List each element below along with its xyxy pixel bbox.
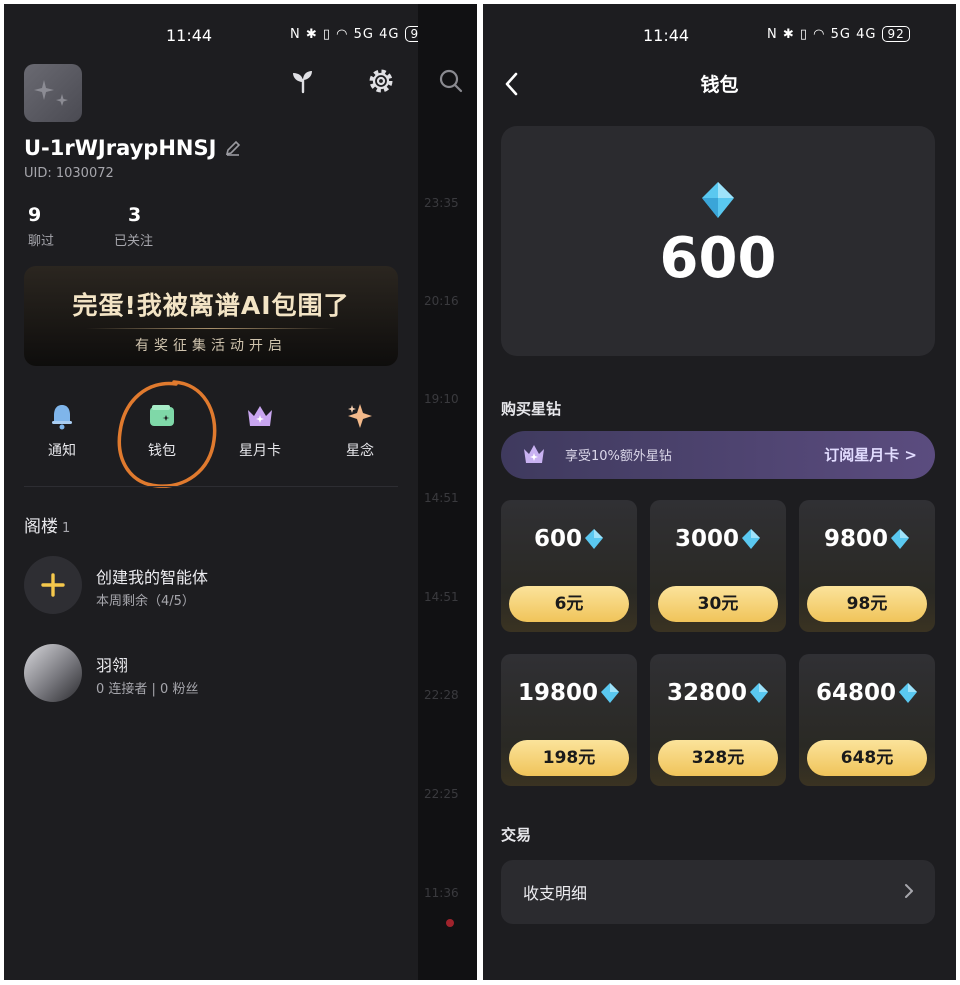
divider (24, 486, 398, 487)
status-bar: 11:44 N ✱ ▯ ◠ 5G 4G 92 (4, 22, 477, 50)
stat-chatted[interactable]: 9 聊过 (28, 204, 54, 249)
package-price-button[interactable]: 6元 (509, 586, 629, 622)
chat-time: 14:51 (424, 590, 459, 604)
banner-divider (86, 328, 336, 329)
quick-action-starmoon-card[interactable]: 星月卡 (220, 400, 300, 460)
package-card[interactable]: 32800 328元 (650, 654, 786, 786)
section-title: 阁楼 (24, 517, 58, 537)
diamond-icon (750, 683, 769, 703)
crown-icon (524, 445, 544, 463)
username-text: U-1rWJraypHNSJ (24, 136, 217, 160)
signal-icons: N ✱ ▯ ◠ 5G 4G (290, 26, 400, 42)
chevron-right-icon (905, 884, 913, 898)
balance-amount: 600 (659, 226, 777, 291)
chat-time: 20:16 (424, 294, 459, 308)
avatar[interactable] (24, 64, 82, 122)
sparkle-icon (348, 404, 372, 428)
banner-title: 完蛋!我被离谱AI包围了 (72, 291, 350, 320)
diamond-icon (702, 182, 734, 218)
user-id: UID: 1030072 (24, 166, 114, 181)
quick-action-label: 星月卡 (239, 443, 281, 459)
status-time: 11:44 (643, 26, 690, 45)
edit-icon[interactable] (224, 139, 242, 157)
status-icons: N ✱ ▯ ◠ 5G 4G 92 (290, 26, 433, 42)
transaction-history-label: 收支明细 (523, 884, 588, 903)
package-price-button[interactable]: 98元 (807, 586, 927, 622)
plus-icon (41, 573, 65, 597)
package-price-button[interactable]: 328元 (658, 740, 778, 776)
chat-time: 23:35 (424, 196, 459, 210)
chat-time: 22:25 (424, 787, 459, 801)
quick-action-label: 通知 (48, 443, 76, 459)
create-agent-button[interactable] (24, 556, 82, 614)
chat-time: 22:28 (424, 688, 459, 702)
subscribe-link[interactable]: 订阅星月卡 > (824, 444, 917, 465)
package-amount: 64800 (815, 680, 897, 706)
unread-dot (446, 919, 454, 927)
stat-following[interactable]: 3 已关注 (114, 204, 153, 249)
diamond-icon (585, 529, 603, 549)
chat-list-behind: 23:35 20:16 19:10 14:51 14:51 22:28 22:2… (418, 4, 477, 980)
package-price-button[interactable]: 30元 (658, 586, 778, 622)
status-bar: 11:44 N ✱ ▯ ◠ 5G 4G 92 (483, 22, 956, 50)
agent-stats: 0 连接者 | 0 粉丝 (96, 682, 199, 697)
event-banner[interactable]: 完蛋!我被离谱AI包围了 有奖征集活动开启 (24, 266, 398, 366)
attic-section-title: 阁楼 1 (24, 512, 70, 537)
quick-action-starwish[interactable]: 星念 (320, 400, 400, 460)
package-amount: 600 (533, 526, 582, 552)
banner-subtitle: 有奖征集活动开启 (135, 338, 287, 354)
search-icon[interactable] (438, 68, 464, 94)
plant-icon[interactable] (288, 66, 318, 96)
package-card[interactable]: 600 6元 (501, 500, 637, 632)
battery-icon: 92 (882, 26, 910, 42)
package-amount: 32800 (666, 680, 748, 706)
subscribe-text: 享受10%额外星钻 (565, 449, 672, 464)
stat-value: 3 (128, 204, 142, 226)
transactions-section-title: 交易 (501, 826, 532, 844)
package-amount: 3000 (674, 526, 739, 552)
diamond-icon (899, 683, 918, 703)
diamond-icon (891, 529, 909, 549)
package-card[interactable]: 9800 98元 (799, 500, 935, 632)
status-time: 11:44 (166, 26, 213, 45)
buy-section-title: 购买星钻 (501, 400, 562, 418)
agent-avatar[interactable] (24, 644, 82, 702)
bell-icon (52, 405, 72, 430)
create-agent-title[interactable]: 创建我的智能体 (96, 564, 208, 588)
username: U-1rWJraypHNSJ (24, 136, 242, 160)
quick-action-label: 星念 (346, 443, 374, 459)
stat-value: 9 (28, 204, 42, 226)
stat-label: 已关注 (114, 234, 154, 249)
chat-time: 14:51 (424, 491, 459, 505)
section-count: 1 (62, 521, 71, 536)
agent-name[interactable]: 羽翎 (96, 652, 128, 676)
package-card[interactable]: 3000 30元 (650, 500, 786, 632)
package-card[interactable]: 64800 648元 (799, 654, 935, 786)
chat-time: 11:36 (424, 886, 459, 900)
diamond-icon (601, 683, 620, 703)
subscribe-banner[interactable]: 享受10%额外星钻 订阅星月卡 > (501, 431, 935, 479)
wallet-screen: 11:44 N ✱ ▯ ◠ 5G 4G 92 钱包 600 购买星钻 享受10%… (483, 4, 956, 980)
package-amount: 9800 (823, 526, 888, 552)
profile-drawer: 11:44 N ✱ ▯ ◠ 5G 4G 92 23:35 20:16 19:10… (4, 4, 477, 980)
crown-icon (248, 406, 272, 426)
package-price-button[interactable]: 648元 (807, 740, 927, 776)
status-icons: N ✱ ▯ ◠ 5G 4G 92 (767, 26, 910, 42)
stat-label: 聊过 (28, 234, 55, 249)
hand-drawn-circle (117, 380, 217, 488)
chat-time: 19:10 (424, 392, 459, 406)
gear-icon[interactable] (366, 66, 396, 96)
page-title: 钱包 (700, 74, 739, 96)
transaction-history-item[interactable]: 收支明细 (501, 860, 935, 924)
package-price-button[interactable]: 198元 (509, 740, 629, 776)
balance-card: 600 (501, 126, 935, 356)
quick-action-notifications[interactable]: 通知 (22, 400, 102, 460)
create-agent-remaining: 本周剩余（4/5） (96, 594, 195, 609)
signal-icons: N ✱ ▯ ◠ 5G 4G (767, 26, 877, 42)
package-amount: 19800 (517, 680, 599, 706)
package-card[interactable]: 19800 198元 (501, 654, 637, 786)
diamond-icon (742, 529, 760, 549)
sparkle-icon (34, 80, 68, 106)
